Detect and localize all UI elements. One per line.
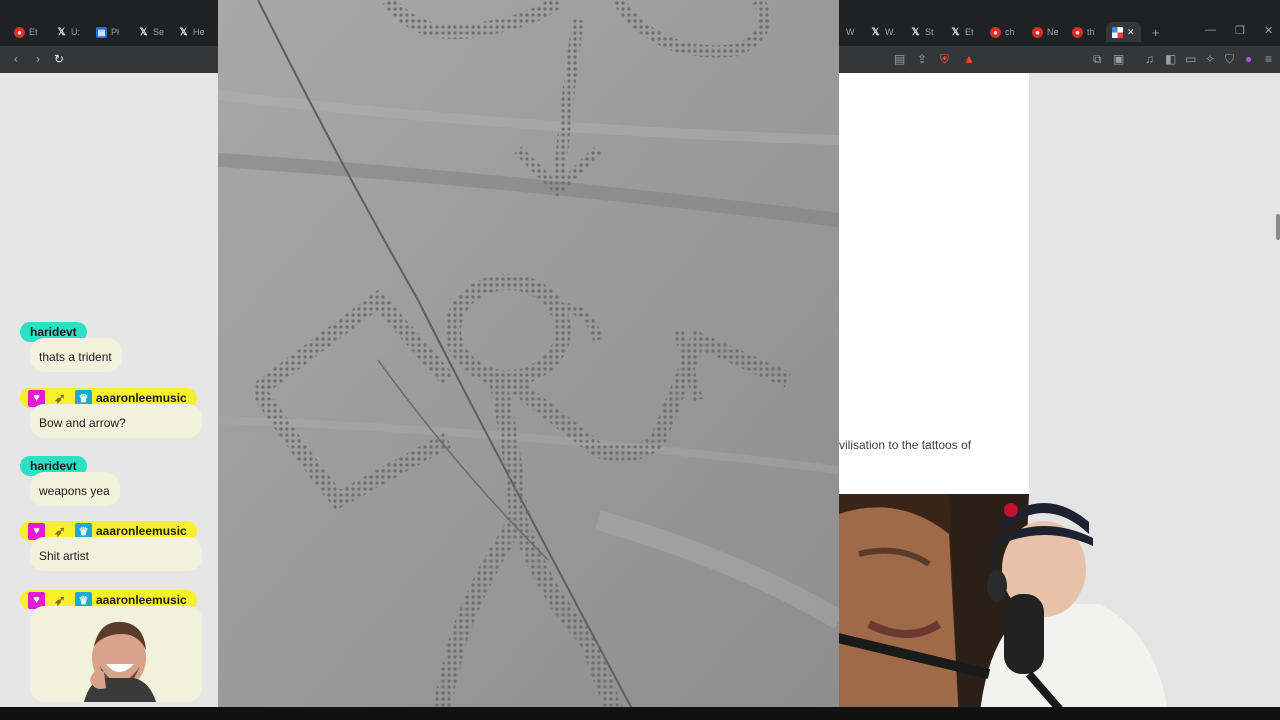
tab[interactable]: 𝕏 St <box>910 22 933 42</box>
restore-icon[interactable]: ❐ <box>1235 24 1245 37</box>
bottom-bar <box>0 707 1280 720</box>
close-tab-icon[interactable]: ✕ <box>1127 27 1135 38</box>
chat-message: ♥ ➶ ♛ aaaronleemusic Bow and arrow? <box>20 388 202 438</box>
chat-text: thats a trident <box>30 338 122 372</box>
tab[interactable]: ● Ne <box>1032 22 1059 42</box>
chat-username: aaaronleemusic <box>96 524 187 538</box>
red-circle-icon: ● <box>1072 26 1083 38</box>
tab[interactable]: ● Et <box>14 22 38 42</box>
share-icon[interactable]: ⇪ <box>917 51 927 67</box>
brave-shield-icon[interactable]: ⛨ <box>940 51 949 67</box>
chat-username: aaaronleemusic <box>96 391 187 405</box>
extensions-icon[interactable]: ⧉ <box>1093 51 1102 67</box>
chat-message: ♥ ➶ ♛ aaaronleemusic <box>20 590 202 707</box>
menu-icon[interactable]: ≡ <box>1265 51 1272 67</box>
x-logo-icon: 𝕏 <box>139 26 148 38</box>
webcam-overlay <box>839 494 1280 720</box>
screenshot-icon[interactable]: ▣ <box>1113 51 1124 67</box>
grid-favicon-icon <box>1112 26 1123 38</box>
vpn-icon[interactable]: ⛉ <box>1225 51 1234 67</box>
tab[interactable]: W <box>846 22 855 42</box>
rock-carving-image <box>218 0 839 720</box>
forward-icon[interactable]: › <box>36 51 40 67</box>
tab[interactable]: 𝕏 W. <box>870 22 895 42</box>
chat-text: Bow and arrow? <box>30 404 202 438</box>
x-logo-icon: 𝕏 <box>951 26 960 38</box>
chat-text: Shit artist <box>30 537 202 571</box>
screen: ● Et 𝕏 U: ▤ Pł 𝕏 Se 𝕏 He W 𝕏 W. 𝕏 St 𝕏 Et ● ch ● N… <box>0 0 1280 720</box>
reader-icon[interactable]: ▤ <box>894 51 905 67</box>
chat-username: aaaronleemusic <box>96 593 187 607</box>
tab[interactable]: ▤ Pł <box>96 22 119 42</box>
minimize-icon[interactable]: — <box>1205 24 1216 36</box>
chat-text: weapons yea <box>30 472 120 506</box>
tab[interactable]: ● th <box>1072 22 1095 42</box>
x-logo-icon: 𝕏 <box>179 26 188 38</box>
tab[interactable]: 𝕏 U: <box>56 22 80 42</box>
article-text: vilisation to the tattoos of <box>839 438 972 452</box>
blue-square-icon: ▤ <box>96 26 107 38</box>
chat-emote-bubble <box>30 606 202 702</box>
article-column <box>839 73 1029 494</box>
streamer-webcam <box>839 494 1169 720</box>
chat-message: ♥ ➶ ♛ aaaronleemusic Shit artist <box>20 521 202 571</box>
red-circle-icon: ● <box>990 26 1001 38</box>
back-icon[interactable]: ‹ <box>14 51 18 67</box>
music-icon[interactable]: ♫ <box>1145 51 1154 67</box>
tab[interactable]: 𝕏 Et <box>950 22 973 42</box>
leo-icon[interactable]: ✧ <box>1205 51 1215 67</box>
wallet-icon[interactable]: ▭ <box>1185 51 1196 67</box>
close-window-icon[interactable]: ✕ <box>1264 24 1273 37</box>
chat-message: haridevt thats a trident <box>20 322 122 372</box>
brave-talk-icon[interactable]: ● <box>1245 51 1252 67</box>
tab[interactable]: ● ch <box>990 22 1015 42</box>
sidebar-icon[interactable]: ◧ <box>1165 51 1176 67</box>
petroglyph-illustration <box>218 0 839 720</box>
red-circle-icon: ● <box>14 26 25 38</box>
x-logo-icon: 𝕏 <box>911 26 920 38</box>
x-logo-icon: 𝕏 <box>871 26 880 38</box>
x-logo-icon: 𝕏 <box>57 26 66 38</box>
laughing-emote <box>84 621 156 702</box>
red-circle-icon: ● <box>1032 26 1043 38</box>
chat-message: haridevt weapons yea <box>20 456 120 506</box>
brave-rewards-icon[interactable]: ▲ <box>963 51 975 67</box>
reload-icon[interactable]: ↻ <box>54 51 64 67</box>
tab-active[interactable]: ✕ <box>1106 22 1141 42</box>
tab[interactable]: 𝕏 He <box>178 22 204 42</box>
new-tab-button[interactable]: + <box>1152 22 1160 42</box>
scrollbar[interactable] <box>1276 214 1280 240</box>
tab[interactable]: 𝕏 Se <box>138 22 164 42</box>
